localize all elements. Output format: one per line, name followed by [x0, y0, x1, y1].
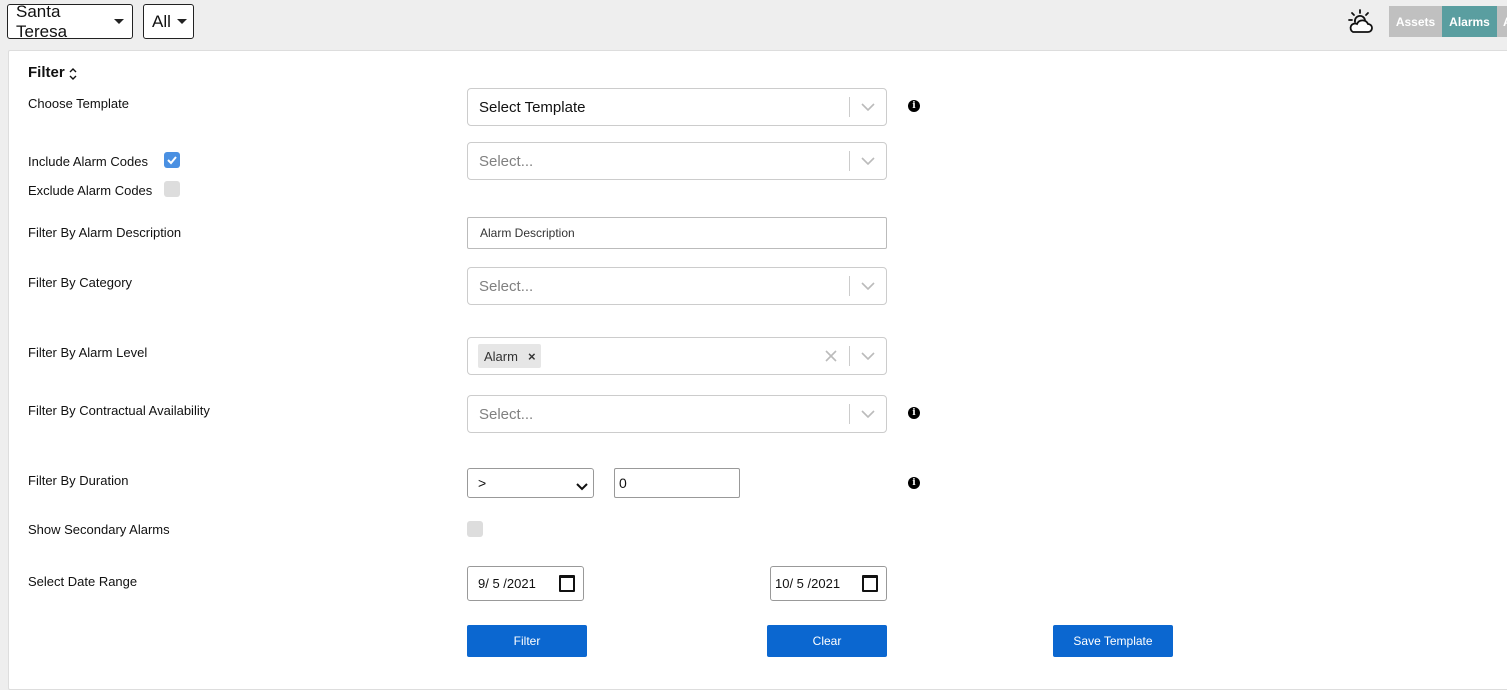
- scope-select[interactable]: All: [143, 4, 194, 39]
- site-select[interactable]: Santa Teresa: [7, 1, 133, 41]
- info-icon[interactable]: i: [908, 407, 920, 419]
- choose-template-label: Choose Template: [28, 96, 129, 111]
- category-label: Filter By Category: [28, 275, 133, 290]
- contractual-availability-select[interactable]: Select...: [467, 395, 887, 433]
- filter-title: Filter: [28, 64, 65, 81]
- category-placeholder: Select...: [479, 277, 534, 295]
- exclude-alarm-codes-checkbox[interactable]: [164, 181, 180, 197]
- calendar-icon[interactable]: [559, 575, 575, 592]
- contractual-availability-placeholder: Select...: [479, 405, 534, 423]
- alarm-level-label: Filter By Alarm Level: [28, 345, 148, 360]
- chevron-down-icon[interactable]: [850, 282, 886, 290]
- calendar-icon[interactable]: [862, 575, 878, 592]
- duration-value-input[interactable]: 0: [614, 468, 740, 498]
- duration-label: Filter By Duration: [28, 473, 129, 488]
- contractual-availability-label: Filter By Contractual Availability: [28, 403, 210, 418]
- tag-remove-icon[interactable]: ×: [528, 349, 536, 364]
- caret-down-icon: [176, 19, 187, 24]
- tab-assets-label: Assets: [1395, 14, 1436, 29]
- include-alarm-codes-checkbox[interactable]: [164, 152, 180, 168]
- alarm-description-label: Filter By Alarm Description: [28, 225, 182, 240]
- alarm-codes-select[interactable]: Select...: [467, 142, 887, 180]
- chevron-down-icon[interactable]: [850, 103, 886, 111]
- chevron-down-icon[interactable]: [850, 352, 886, 360]
- site-select-label: Santa Teresa: [16, 1, 68, 41]
- category-select[interactable]: Select...: [467, 267, 887, 305]
- duration-operator-select[interactable]: >: [467, 468, 594, 498]
- exclude-alarm-codes-label: Exclude Alarm Codes: [28, 183, 153, 198]
- alarm-description-placeholder: Alarm Description: [480, 226, 575, 240]
- alarm-level-tag-label: Alarm: [484, 348, 518, 364]
- top-bar: Santa Teresa All Assets Alarms A: [0, 0, 1507, 48]
- include-alarm-codes-label: Include Alarm Codes: [28, 154, 148, 169]
- template-select-value: Select Template: [479, 98, 586, 116]
- info-icon[interactable]: i: [908, 100, 920, 112]
- date-range-label: Select Date Range: [28, 574, 138, 589]
- tab-next-label: A: [1503, 15, 1507, 29]
- start-date-input[interactable]: 9/ 5 /2021: [467, 566, 584, 601]
- duration-operator-value: >: [478, 475, 487, 491]
- info-icon[interactable]: i: [908, 477, 920, 489]
- collapse-icon: [69, 67, 77, 80]
- secondary-alarms-checkbox[interactable]: [467, 521, 483, 537]
- tab-next[interactable]: A: [1497, 6, 1507, 37]
- start-date-value: 9/ 5 /2021: [478, 576, 536, 591]
- tab-alarms[interactable]: Alarms: [1442, 6, 1497, 37]
- caret-down-icon: [114, 19, 124, 24]
- tab-assets[interactable]: Assets: [1389, 6, 1442, 37]
- scope-select-label: All: [152, 11, 171, 31]
- template-select[interactable]: Select Template: [467, 88, 887, 126]
- save-template-button[interactable]: Save Template: [1053, 625, 1173, 657]
- filter-heading[interactable]: Filter: [28, 64, 77, 81]
- chevron-down-icon: [576, 478, 588, 494]
- alarm-codes-placeholder: Select...: [479, 152, 534, 170]
- secondary-alarms-label: Show Secondary Alarms: [28, 522, 170, 537]
- chevron-down-icon[interactable]: [850, 157, 886, 165]
- alarm-description-input[interactable]: Alarm Description: [467, 217, 887, 249]
- tab-alarms-label: Alarms: [1449, 14, 1490, 29]
- chevron-down-icon[interactable]: [850, 410, 886, 418]
- alarm-level-tag: Alarm ×: [478, 344, 541, 368]
- end-date-value: 10/ 5 /2021: [775, 576, 841, 591]
- filter-button[interactable]: Filter: [467, 625, 587, 657]
- end-date-input[interactable]: 10/ 5 /2021: [770, 566, 887, 601]
- clear-icon[interactable]: [813, 350, 849, 362]
- clear-button[interactable]: Clear: [767, 625, 887, 657]
- alarm-level-select[interactable]: Alarm ×: [467, 337, 887, 375]
- cloud-sun-icon[interactable]: [1346, 8, 1376, 36]
- duration-value: 0: [619, 475, 627, 491]
